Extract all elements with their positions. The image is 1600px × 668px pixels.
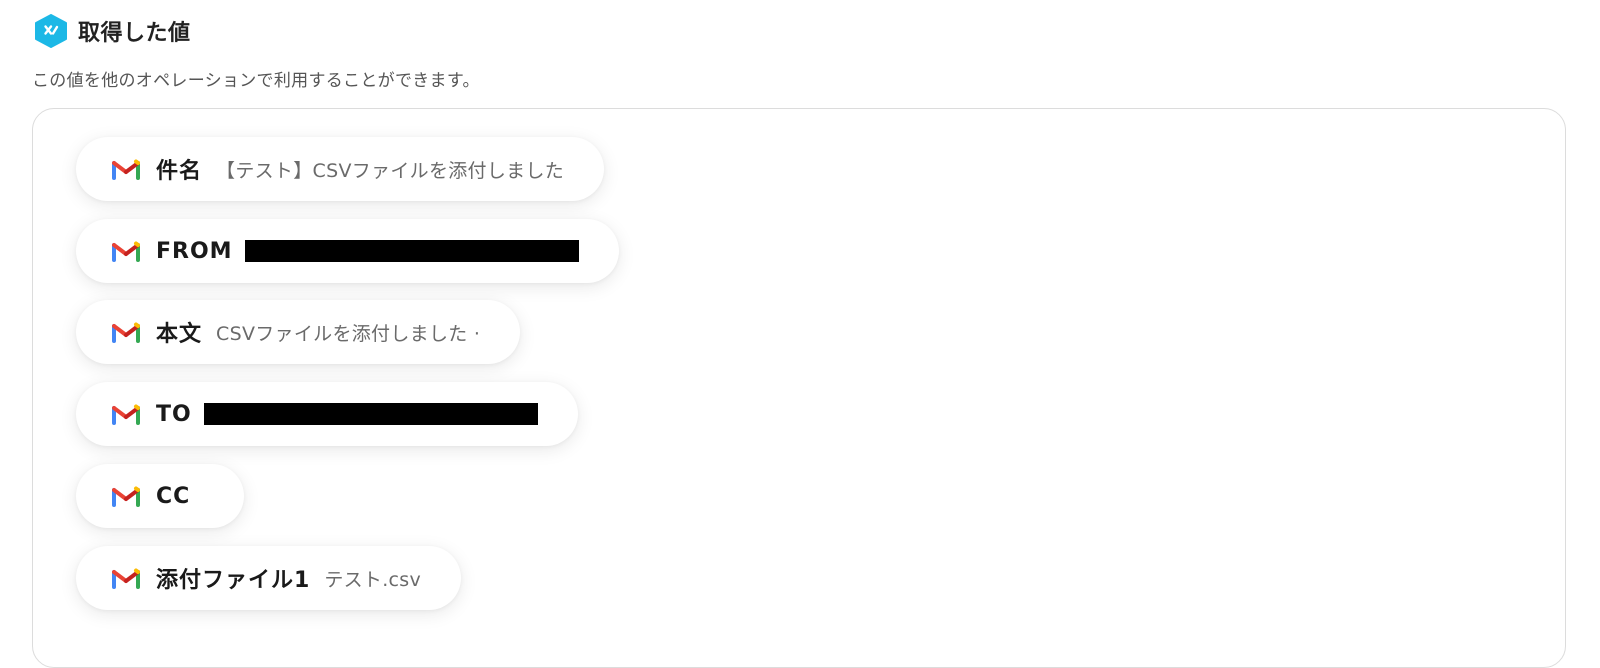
output-chip-body[interactable]: 本文 CSVファイルを添付しました · bbox=[76, 300, 521, 364]
gmail-icon bbox=[112, 241, 140, 262]
chip-label: 件名 bbox=[156, 159, 203, 184]
gmail-icon bbox=[112, 322, 140, 343]
chip-label: 本文 bbox=[156, 322, 203, 347]
chip-value: CSVファイルを添付しました · bbox=[216, 322, 481, 345]
chip-label: 添付ファイル1 bbox=[156, 568, 311, 593]
chip-value: テスト.csv bbox=[324, 568, 422, 591]
section-title: 取得した値 bbox=[78, 21, 191, 46]
chip-label: FROM bbox=[156, 238, 233, 264]
gmail-icon bbox=[112, 568, 140, 589]
section-header: 取得した値 bbox=[34, 14, 191, 48]
output-chip-to[interactable]: TO bbox=[76, 382, 578, 446]
redacted-value bbox=[244, 240, 579, 262]
chip-label: CC bbox=[156, 483, 191, 509]
section-description: この値を他のオペレーションで利用することができます。 bbox=[32, 71, 480, 91]
redacted-value bbox=[203, 403, 538, 425]
chip-value: 【テスト】CSVファイルを添付しました bbox=[216, 159, 565, 182]
output-chip-cc[interactable]: CC bbox=[76, 464, 245, 528]
gmail-icon bbox=[112, 486, 140, 507]
gmail-icon bbox=[112, 159, 140, 180]
output-chip-subject[interactable]: 件名 【テスト】CSVファイルを添付しました bbox=[76, 137, 605, 201]
chip-label: TO bbox=[156, 401, 192, 427]
yoom-hex-icon bbox=[35, 14, 67, 48]
gmail-icon bbox=[112, 404, 140, 425]
output-chip-from[interactable]: FROM bbox=[76, 219, 619, 283]
output-chip-attachment-1[interactable]: 添付ファイル1 テスト.csv bbox=[76, 546, 462, 610]
